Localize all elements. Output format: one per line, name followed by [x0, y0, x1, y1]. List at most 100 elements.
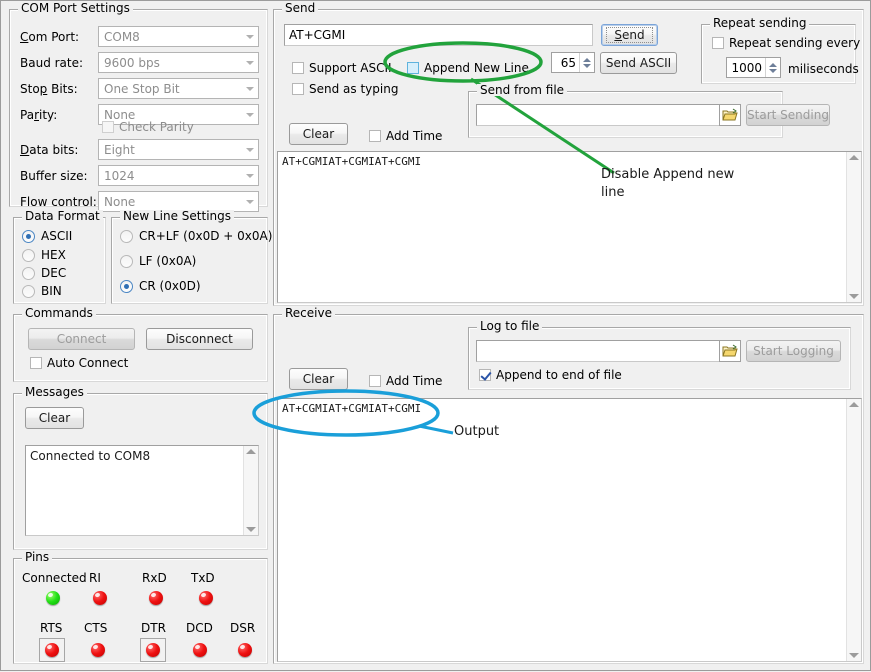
spinner-buttons[interactable]: [579, 53, 594, 72]
receive-add-time-checkbox[interactable]: Add Time: [369, 374, 442, 388]
add-time-label: Add Time: [386, 129, 442, 143]
repeat-interval-value: 1000: [727, 61, 765, 75]
pin-label-dsr: DSR: [230, 621, 255, 635]
chevron-down-icon: [241, 79, 258, 98]
radio-box: [120, 255, 133, 268]
send-as-typing-label: Send as typing: [309, 82, 398, 96]
pins-caption: Pins: [22, 551, 52, 563]
spinner-down-icon[interactable]: [583, 64, 591, 68]
send-log-scrollbar[interactable]: [846, 152, 861, 302]
folder-open-icon: [722, 108, 738, 122]
support-ascii-checkbox[interactable]: Support ASCII: [292, 61, 392, 75]
start-logging-button[interactable]: Start Logging: [746, 340, 841, 362]
start-sending-button[interactable]: Start Sending: [746, 104, 830, 126]
receive-log-area[interactable]: AT+CGMIAT+CGMIAT+CGMI: [277, 398, 862, 662]
buffer-size-select[interactable]: 1024: [98, 165, 259, 186]
data-format-group: Data Format ASCII HEX DEC BIN: [13, 217, 106, 304]
send-log-area[interactable]: AT+CGMIAT+CGMIAT+CGMI: [277, 151, 862, 303]
send-button[interactable]: Send: [601, 24, 658, 46]
label-data-bits: Data bits:: [20, 143, 78, 157]
start-sending-label: Start Sending: [747, 108, 829, 122]
receive-caption: Receive: [282, 307, 335, 319]
scroll-up-icon[interactable]: [849, 155, 859, 160]
send-group: Send AT+CGMI Send Support ASCII Send as …: [273, 9, 864, 306]
pin-label-connected: Connected: [22, 571, 87, 585]
spinner-down-icon[interactable]: [769, 69, 777, 73]
scroll-up-icon[interactable]: [246, 449, 256, 454]
repeat-interval-spinner[interactable]: 1000: [726, 57, 781, 78]
send-add-time-checkbox[interactable]: Add Time: [369, 129, 442, 143]
serial-terminal-window: COM Port Settings Com Port: COM8 Baud ra…: [0, 0, 871, 671]
chevron-down-icon: [241, 140, 258, 159]
pin-led-rts: [45, 643, 59, 657]
baud-rate-value: 9600 bps: [99, 56, 241, 70]
radio-box: [120, 230, 133, 243]
send-command-input[interactable]: AT+CGMI: [284, 24, 593, 46]
disconnect-button[interactable]: Disconnect: [146, 328, 253, 350]
append-new-line-label: Append New Line: [424, 61, 529, 75]
log-to-file-caption: Log to file: [477, 320, 542, 332]
radio-data-format-hex[interactable]: HEX: [22, 248, 66, 262]
connect-button[interactable]: Connect: [28, 328, 135, 350]
log-file-browse-button[interactable]: [719, 340, 741, 362]
com-port-select[interactable]: COM8: [98, 26, 259, 47]
repeat-sending-checkbox[interactable]: Repeat sending every: [712, 36, 860, 50]
checkbox-box: [292, 62, 304, 74]
radio-newline-lf[interactable]: LF (0x0A): [120, 254, 196, 268]
folder-open-icon: [722, 344, 738, 358]
checkbox-box: [292, 83, 304, 95]
auto-connect-checkbox[interactable]: Auto Connect: [30, 356, 128, 370]
radio-label: LF (0x0A): [139, 254, 196, 268]
ascii-code-spinner[interactable]: 65: [551, 52, 595, 73]
append-new-line-checkbox[interactable]: Append New Line: [407, 61, 529, 75]
baud-rate-select[interactable]: 9600 bps: [98, 52, 259, 73]
radio-data-format-ascii[interactable]: ASCII: [22, 229, 72, 243]
data-bits-select[interactable]: Eight: [98, 139, 259, 160]
pin-label-ri: RI: [89, 571, 101, 585]
radio-box: [22, 267, 35, 280]
spinner-buttons[interactable]: [765, 58, 780, 77]
scroll-down-icon[interactable]: [246, 527, 256, 532]
annotation-text-output: Output: [454, 423, 499, 441]
stop-bits-select[interactable]: One Stop Bit: [98, 78, 259, 99]
pin-label-dcd: DCD: [186, 621, 213, 635]
label-buffer-size: Buffer size:: [20, 169, 88, 183]
pins-group: Pins Connected RI RxD TxD RTS CTS DTR DC…: [13, 558, 268, 664]
send-clear-button[interactable]: Clear: [289, 123, 348, 145]
chevron-down-icon: [241, 105, 258, 124]
send-file-path-input[interactable]: [476, 104, 726, 126]
pin-led-cts: [91, 643, 105, 657]
chevron-down-icon: [241, 166, 258, 185]
append-end-of-file-label: Append to end of file: [496, 368, 622, 382]
clear-label: Clear: [303, 127, 334, 141]
radio-box: [22, 249, 35, 262]
log-file-path-input[interactable]: [476, 340, 726, 362]
clear-label: Clear: [39, 411, 70, 425]
scroll-down-icon[interactable]: [849, 294, 859, 299]
send-file-browse-button[interactable]: [719, 104, 741, 126]
send-ascii-button[interactable]: Send ASCII: [600, 52, 677, 74]
radio-box: [22, 285, 35, 298]
spinner-up-icon[interactable]: [583, 58, 591, 62]
messages-clear-button[interactable]: Clear: [25, 407, 84, 429]
check-parity-checkbox[interactable]: Check Parity: [102, 120, 194, 134]
scroll-down-icon[interactable]: [849, 653, 859, 658]
spinner-up-icon[interactable]: [769, 63, 777, 67]
chevron-down-icon: [241, 27, 258, 46]
messages-scrollbar[interactable]: [243, 446, 258, 535]
receive-log-scrollbar[interactable]: [846, 399, 861, 661]
radio-data-format-dec[interactable]: DEC: [22, 266, 66, 280]
messages-log-area[interactable]: Connected to COM8: [25, 445, 259, 536]
pin-label-cts: CTS: [84, 621, 107, 635]
clear-label: Clear: [303, 372, 334, 386]
radio-data-format-bin[interactable]: BIN: [22, 284, 62, 298]
check-parity-label: Check Parity: [119, 120, 194, 134]
radio-newline-crlf[interactable]: CR+LF (0x0D + 0x0A): [120, 229, 272, 243]
scroll-up-icon[interactable]: [849, 402, 859, 407]
receive-clear-button[interactable]: Clear: [289, 368, 348, 390]
send-as-typing-checkbox[interactable]: Send as typing: [292, 82, 398, 96]
append-end-of-file-checkbox[interactable]: Append to end of file: [479, 368, 622, 382]
pin-led-rxd: [149, 591, 163, 605]
radio-newline-cr[interactable]: CR (0x0D): [120, 279, 201, 293]
radio-label: BIN: [41, 284, 62, 298]
